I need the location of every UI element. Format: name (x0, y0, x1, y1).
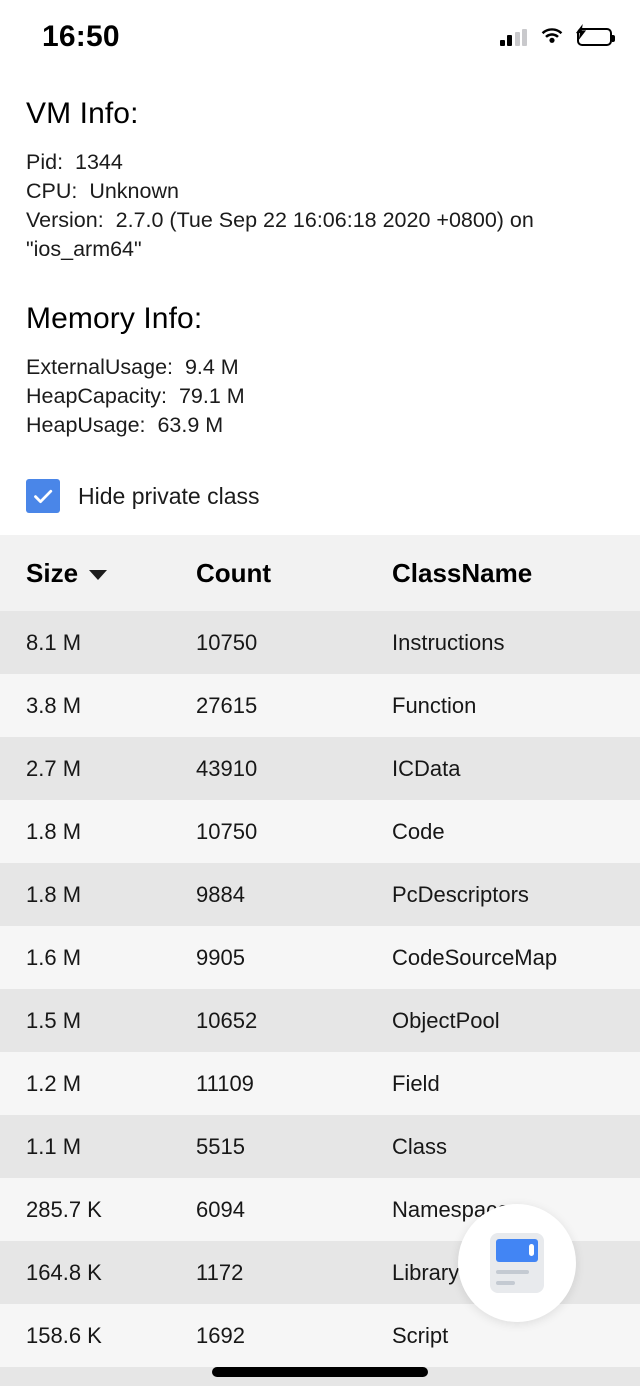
cell-class: Field (392, 1071, 640, 1097)
cell-count: 10750 (196, 630, 392, 656)
status-bar: 16:50 (0, 0, 640, 68)
cell-class: ICData (392, 756, 640, 782)
document-card-icon (490, 1233, 544, 1293)
hide-private-class-checkbox[interactable] (26, 479, 60, 513)
vm-info-pid: Pid: 1344 (26, 148, 614, 177)
cell-size: 1.8 M (0, 819, 196, 845)
cell-size: 164.8 K (0, 1260, 196, 1286)
table-header-classname[interactable]: ClassName (392, 558, 640, 589)
cell-count: 5515 (196, 1134, 392, 1160)
cell-class: Instructions (392, 630, 640, 656)
cell-count: 6094 (196, 1197, 392, 1223)
cell-count: 27615 (196, 693, 392, 719)
cell-count: 9884 (196, 882, 392, 908)
cell-size: 1.6 M (0, 945, 196, 971)
table-header-count[interactable]: Count (196, 558, 392, 589)
table-row[interactable]: 3.8 M 27615 Function (0, 674, 640, 737)
cell-size: 3.8 M (0, 693, 196, 719)
cell-class: PcDescriptors (392, 882, 640, 908)
check-icon (31, 484, 55, 508)
caret-down-icon (89, 570, 107, 580)
status-bar-icons (500, 20, 613, 49)
vm-info-title: VM Info: (26, 97, 614, 131)
vm-info-lines: Pid: 1344 CPU: Unknown Version: 2.7.0 (T… (26, 148, 614, 264)
memory-info-heap-capacity: HeapCapacity: 79.1 M (26, 382, 614, 411)
wifi-icon (540, 26, 564, 49)
table-row[interactable]: 1.2 M 11109 Field (0, 1052, 640, 1115)
vm-info-cpu: CPU: Unknown (26, 177, 614, 206)
app-screen: 16:50 VM Info: (0, 0, 640, 1386)
table-header-size[interactable]: Size (0, 558, 196, 589)
floating-action-button[interactable] (458, 1204, 576, 1322)
vm-info-section: VM Info: Pid: 1344 CPU: Unknown Version:… (0, 97, 640, 264)
memory-info-heap-usage: HeapUsage: 63.9 M (26, 411, 614, 440)
cell-count: 10750 (196, 819, 392, 845)
hide-private-class-label: Hide private class (78, 483, 260, 510)
cell-class: Code (392, 819, 640, 845)
cell-count: 11109 (196, 1071, 392, 1097)
hide-private-class-row[interactable]: Hide private class (0, 474, 640, 518)
cell-size: 1.5 M (0, 1008, 196, 1034)
table-row[interactable]: 1.1 M 5515 Class (0, 1115, 640, 1178)
cell-count: 9905 (196, 945, 392, 971)
cell-size: 1.8 M (0, 882, 196, 908)
status-bar-time: 16:50 (42, 14, 120, 54)
table-row[interactable]: 1.8 M 10750 Code (0, 800, 640, 863)
cell-count: 1172 (196, 1260, 392, 1286)
battery-charging-icon (577, 28, 612, 46)
table-row[interactable]: 2.7 M 43910 ICData (0, 737, 640, 800)
cellular-signal-icon (500, 29, 528, 46)
table-header-row: Size Count ClassName (0, 535, 640, 611)
table-row[interactable]: 1.8 M 9884 PcDescriptors (0, 863, 640, 926)
cell-count: 10652 (196, 1008, 392, 1034)
cell-class: Function (392, 693, 640, 719)
cell-size: 8.1 M (0, 630, 196, 656)
table-header-size-label: Size (26, 558, 78, 589)
cell-class: Script (392, 1323, 640, 1349)
cell-size: 1.1 M (0, 1134, 196, 1160)
cell-count: 1692 (196, 1323, 392, 1349)
cell-size: 2.7 M (0, 756, 196, 782)
vm-info-version: Version: 2.7.0 (Tue Sep 22 16:06:18 2020… (26, 206, 614, 264)
memory-info-section: Memory Info: ExternalUsage: 9.4 M HeapCa… (0, 302, 640, 440)
memory-info-lines: ExternalUsage: 9.4 M HeapCapacity: 79.1 … (26, 353, 614, 440)
table-row[interactable]: 8.1 M 10750 Instructions (0, 611, 640, 674)
cell-size: 285.7 K (0, 1197, 196, 1223)
cell-class: Class (392, 1134, 640, 1160)
cell-size: 158.6 K (0, 1323, 196, 1349)
memory-info-external-usage: ExternalUsage: 9.4 M (26, 353, 614, 382)
cell-class: CodeSourceMap (392, 945, 640, 971)
home-indicator[interactable] (212, 1367, 428, 1377)
cell-class: ObjectPool (392, 1008, 640, 1034)
table-row[interactable]: 1.5 M 10652 ObjectPool (0, 989, 640, 1052)
cell-size: 1.2 M (0, 1071, 196, 1097)
memory-info-title: Memory Info: (26, 302, 614, 336)
table-row[interactable]: 1.6 M 9905 CodeSourceMap (0, 926, 640, 989)
cell-count: 43910 (196, 756, 392, 782)
